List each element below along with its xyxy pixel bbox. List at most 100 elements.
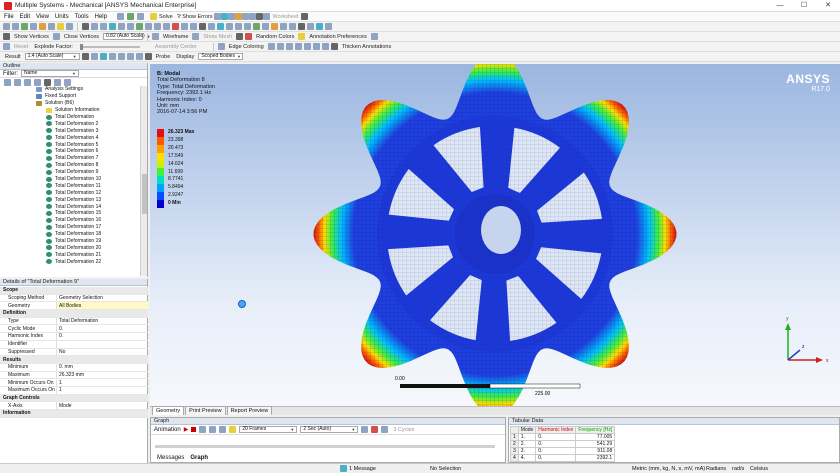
duration-combo[interactable]: 2 Sec (Auto) ▼ <box>300 426 359 433</box>
toolbar-icon[interactable] <box>181 23 188 30</box>
toolbar-icon[interactable] <box>276 43 284 50</box>
toolbar-icon[interactable] <box>271 23 278 30</box>
status-rotational[interactable]: rad/s <box>732 466 744 472</box>
tree-item[interactable]: Total Deformation 7 <box>0 155 140 162</box>
toolbar-icon[interactable] <box>294 43 302 50</box>
details-value[interactable]: Total Deformation <box>56 317 148 325</box>
frames-combo[interactable]: 20 Frames ▼ <box>239 426 298 433</box>
toolbar-icon[interactable] <box>285 43 293 50</box>
tree-item[interactable]: Analysis Settings <box>0 86 140 93</box>
tree-item[interactable]: Total Deformation 8 <box>0 162 140 169</box>
reset-icon[interactable] <box>3 43 10 50</box>
show-mesh-button[interactable]: Show Mesh <box>203 34 232 40</box>
toolbar-icon[interactable] <box>91 23 98 30</box>
select-icon[interactable] <box>82 23 89 30</box>
toolbar-icon[interactable] <box>136 23 143 30</box>
expand-icon[interactable] <box>4 78 11 86</box>
maximize-button[interactable]: ☐ <box>792 0 816 12</box>
tree-item[interactable]: Total Deformation 14 <box>0 203 140 210</box>
tab-geometry[interactable]: Geometry <box>152 406 185 415</box>
toolbar-icon[interactable] <box>117 53 125 60</box>
cursor-icon[interactable] <box>300 13 308 20</box>
toolbar-icon[interactable] <box>145 23 152 30</box>
toolbar-icon[interactable] <box>303 43 311 50</box>
result-scale-combo[interactable]: 1.4 (Auto Scale) ▼ <box>24 53 80 60</box>
animation-timeline[interactable] <box>155 445 495 448</box>
toolbar-icon[interactable] <box>228 13 236 20</box>
toolbar-icon[interactable] <box>256 13 264 20</box>
table-header[interactable] <box>510 426 519 434</box>
toolbar-icon[interactable] <box>370 33 378 40</box>
toolbar-icon[interactable] <box>39 23 46 30</box>
toolbar-icon[interactable] <box>126 53 134 60</box>
toolbar-icon[interactable] <box>244 23 251 30</box>
worksheet-button[interactable]: Worksheet <box>272 14 298 20</box>
edge-coloring-icon[interactable] <box>217 43 225 50</box>
details-value[interactable]: No <box>56 348 148 356</box>
toolbar-icon[interactable] <box>64 78 71 86</box>
tree-item[interactable]: Total Deformation 19 <box>0 238 140 245</box>
toolbar-icon[interactable] <box>262 23 269 30</box>
toolbar-icon[interactable] <box>109 23 116 30</box>
stop-icon[interactable] <box>191 427 197 432</box>
scrollbar-thumb[interactable] <box>142 174 147 214</box>
solve-button[interactable]: Solve <box>159 14 173 20</box>
toolbar-icon[interactable] <box>280 23 287 30</box>
tree-item[interactable]: Total Deformation <box>0 114 140 121</box>
toolbar-icon[interactable] <box>219 426 227 433</box>
status-temperature[interactable]: Celsius <box>750 466 768 472</box>
details-value[interactable]: 1 <box>56 379 148 386</box>
toolbar-icon[interactable] <box>381 426 389 433</box>
thicken-annotations-button[interactable]: Thicken Annotations <box>342 44 392 50</box>
auto-scale-combo[interactable]: 0.82 (Auto Scale) ▼ <box>103 33 151 40</box>
close-vertices-button[interactable]: Close Vertices <box>64 34 99 40</box>
close-button[interactable]: ✕ <box>816 0 840 12</box>
toolbar-icon[interactable] <box>24 78 31 86</box>
table-row[interactable]: 1 1. 0. 77.005 <box>510 433 616 441</box>
random-colors-icon[interactable] <box>245 33 253 40</box>
details-value[interactable]: All Bodies <box>56 302 148 310</box>
toolbar-icon[interactable] <box>298 23 305 30</box>
vertex-icon[interactable] <box>3 33 10 40</box>
toolbar-icon[interactable] <box>249 13 257 20</box>
toolbar-icon[interactable] <box>34 78 41 86</box>
bulb-icon[interactable] <box>229 426 237 433</box>
toolbar-icon[interactable] <box>54 78 61 86</box>
record-icon[interactable] <box>371 426 379 433</box>
toolbar-icon[interactable] <box>325 23 332 30</box>
tree-item[interactable]: Total Deformation 6 <box>0 148 140 155</box>
reset-button[interactable]: Reset <box>14 44 28 50</box>
tree-item[interactable]: Total Deformation 15 <box>0 210 140 217</box>
details-value[interactable] <box>56 340 148 348</box>
table-row[interactable]: 4 4. 0. 2392.1 <box>510 454 616 462</box>
toolbar-icon[interactable] <box>209 426 217 433</box>
annotation-icon[interactable] <box>298 33 306 40</box>
toolbar-icon[interactable] <box>90 53 98 60</box>
lightning-icon[interactable] <box>149 13 157 20</box>
impeller-model[interactable] <box>313 64 677 406</box>
contour-icon[interactable] <box>81 53 89 60</box>
menu-units[interactable]: Units <box>55 14 69 20</box>
toolbar-icon[interactable] <box>321 43 329 50</box>
details-value[interactable]: Geometry Selection <box>56 294 148 302</box>
details-value[interactable]: Mode <box>56 402 148 409</box>
toolbar-icon[interactable] <box>12 23 19 30</box>
toolbar-icon[interactable] <box>253 23 260 30</box>
toolbar-icon[interactable] <box>226 23 233 30</box>
probe-icon[interactable] <box>144 53 152 60</box>
tree-item[interactable]: Total Deformation 10 <box>0 176 140 183</box>
tree-item[interactable]: Total Deformation 12 <box>0 189 140 196</box>
explode-factor-slider[interactable] <box>79 43 140 50</box>
display-combo[interactable]: Scoped Bodies ▼ <box>198 53 244 60</box>
table-header[interactable]: Harmonic Index <box>535 426 577 434</box>
tree-item[interactable]: Total Deformation 18 <box>0 231 140 238</box>
toolbar-icon[interactable] <box>307 23 314 30</box>
toolbar-icon[interactable] <box>154 23 161 30</box>
menu-help[interactable]: Help <box>95 14 107 20</box>
table-header[interactable]: Frequency [Hz] <box>575 426 616 434</box>
close-vertices-icon[interactable] <box>52 33 60 40</box>
tree-item[interactable]: Total Deformation 3 <box>0 127 140 134</box>
toolbar-icon[interactable] <box>172 23 179 30</box>
toolbar-icon[interactable] <box>221 13 229 20</box>
menu-file[interactable]: File <box>4 14 14 20</box>
